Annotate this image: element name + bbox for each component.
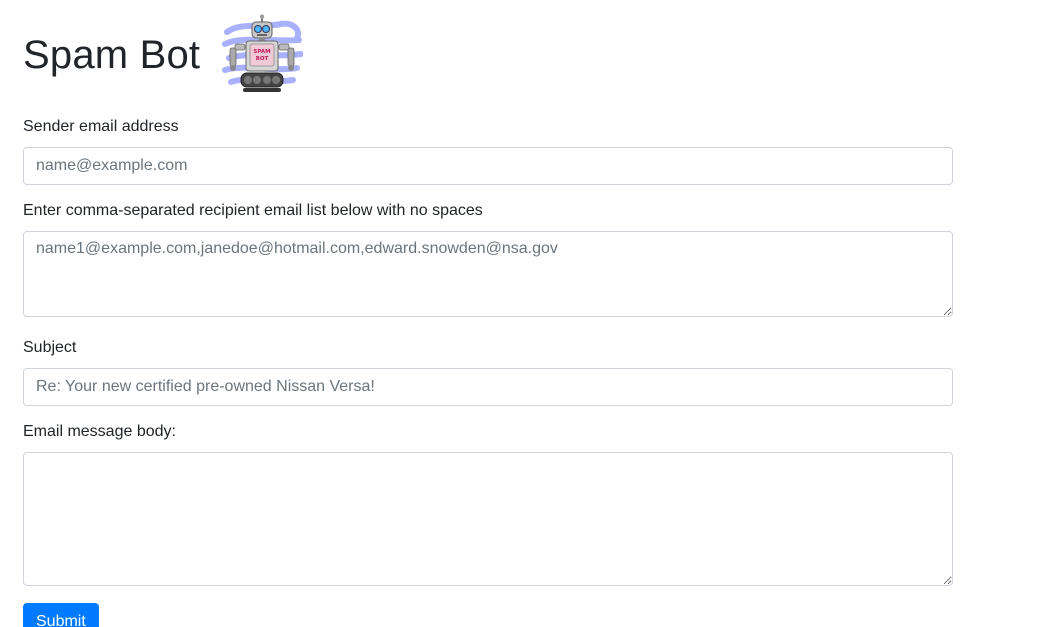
recipients-label: Enter comma-separated recipient email li… bbox=[23, 202, 483, 219]
page-title: Spam Bot bbox=[23, 33, 201, 77]
robot-icon: SPAM BOT bbox=[222, 14, 304, 92]
sender-email-input[interactable] bbox=[23, 147, 953, 185]
logo-lettering: SPAM bbox=[254, 49, 271, 55]
recipients-group: Enter comma-separated recipient email li… bbox=[23, 200, 953, 322]
email-form: Sender email address Enter comma-separat… bbox=[23, 116, 953, 606]
header: Spam Bot SPAM BOT bbox=[23, 14, 304, 96]
message-body-textarea[interactable] bbox=[23, 452, 953, 586]
submit-button[interactable]: Submit bbox=[23, 603, 99, 627]
body-group: Email message body: bbox=[23, 421, 953, 591]
sender-group: Sender email address bbox=[23, 116, 953, 185]
page: Spam Bot SPAM BOT Sender email address n… bbox=[0, 0, 1045, 627]
subject-label: Subject bbox=[23, 339, 77, 356]
subject-input[interactable] bbox=[23, 368, 953, 406]
subject-group: Subject bbox=[23, 337, 953, 406]
sender-email-label: Sender email address bbox=[23, 118, 179, 135]
logo-lettering-2: BOT bbox=[256, 56, 269, 62]
recipients-textarea[interactable] bbox=[23, 231, 953, 317]
message-body-label: Email message body: bbox=[23, 423, 176, 440]
